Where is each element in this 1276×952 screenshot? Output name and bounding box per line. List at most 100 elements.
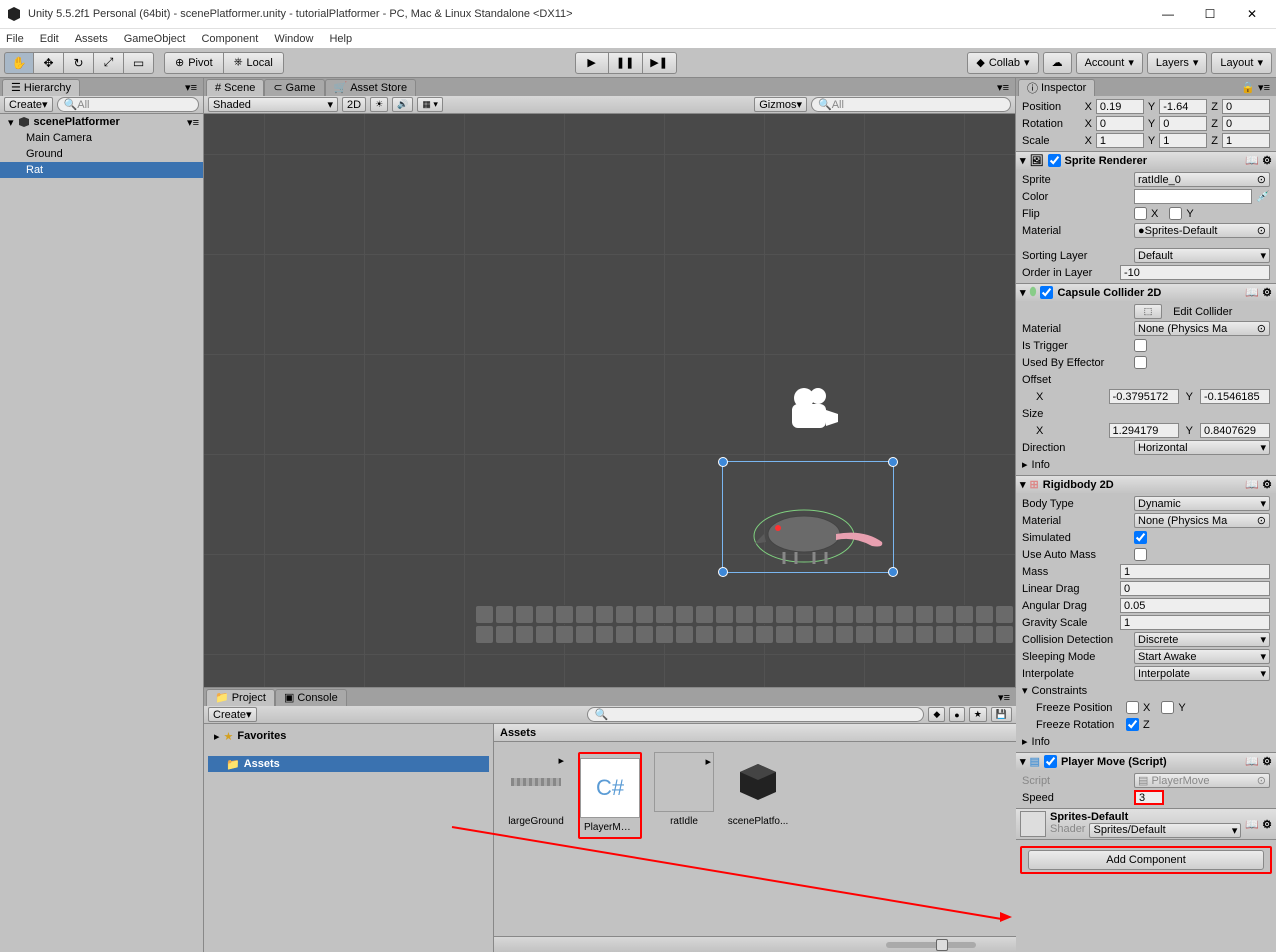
- scene-search[interactable]: 🔍All: [811, 97, 1011, 112]
- collision-detection-dropdown[interactable]: Discrete▾: [1134, 632, 1270, 647]
- rat-sprite[interactable]: [744, 504, 894, 574]
- scale-y-input[interactable]: [1159, 133, 1207, 148]
- project-filter-icon[interactable]: ◆: [928, 707, 945, 722]
- collider-info-foldout[interactable]: Info: [1032, 459, 1050, 471]
- rotation-x-input[interactable]: [1096, 116, 1144, 131]
- scene-canvas[interactable]: [204, 114, 1015, 687]
- hierarchy-item-rat[interactable]: Rat: [0, 162, 203, 178]
- project-search[interactable]: 🔍: [587, 707, 924, 722]
- constraints-foldout[interactable]: Constraints: [1032, 685, 1088, 697]
- rb-material-field[interactable]: None (Physics Ma⊙: [1134, 513, 1270, 528]
- player-move-enabled-checkbox[interactable]: [1044, 755, 1057, 768]
- freeze-pos-x-checkbox[interactable]: [1126, 701, 1139, 714]
- rotation-y-input[interactable]: [1159, 116, 1207, 131]
- sprite-renderer-header[interactable]: ▾🖼Sprite Renderer📖 ⚙: [1016, 152, 1276, 169]
- sprite-renderer-enabled-checkbox[interactable]: [1048, 154, 1061, 167]
- interpolate-dropdown[interactable]: Interpolate▾: [1134, 666, 1270, 681]
- speed-input[interactable]: [1134, 790, 1164, 805]
- icon-size-slider[interactable]: [886, 942, 976, 948]
- hierarchy-options-icon[interactable]: ▾≡: [185, 81, 197, 94]
- capsule-collider-header[interactable]: ▾⬮Capsule Collider 2D📖 ⚙: [1016, 284, 1276, 301]
- asset-store-tab[interactable]: 🛒Asset Store: [325, 79, 417, 96]
- hand-tool-button[interactable]: ✋: [4, 52, 34, 74]
- scale-z-input[interactable]: [1222, 133, 1270, 148]
- cloud-button[interactable]: ☁: [1043, 52, 1072, 74]
- asset-sceneplatformer[interactable]: scenePlatfo...: [726, 752, 790, 827]
- asset-largeground[interactable]: ▸ largeGround: [504, 752, 568, 827]
- linear-drag-input[interactable]: [1120, 581, 1270, 596]
- freeze-pos-y-checkbox[interactable]: [1161, 701, 1174, 714]
- hierarchy-tab[interactable]: ☰Hierarchy: [2, 79, 80, 96]
- sprite-field[interactable]: ratIdle_0⊙: [1134, 172, 1270, 187]
- offset-x-input[interactable]: [1109, 389, 1179, 404]
- menu-file[interactable]: File: [6, 33, 24, 45]
- gravity-scale-input[interactable]: [1120, 615, 1270, 630]
- material-field[interactable]: ●Sprites-Default⊙: [1134, 223, 1270, 238]
- layout-dropdown[interactable]: Layout▾: [1211, 52, 1272, 74]
- is-trigger-checkbox[interactable]: [1134, 339, 1147, 352]
- menu-gameobject[interactable]: GameObject: [124, 33, 186, 45]
- hierarchy-item-ground[interactable]: Ground: [0, 146, 203, 162]
- pivot-toggle[interactable]: ⊕Pivot: [164, 52, 224, 74]
- size-x-input[interactable]: [1109, 423, 1179, 438]
- flip-y-checkbox[interactable]: [1169, 207, 1182, 220]
- edit-collider-button[interactable]: ⬚: [1134, 304, 1162, 319]
- play-button[interactable]: ▶: [575, 52, 609, 74]
- hierarchy-scene-root[interactable]: ▾ scenePlatformer ▾≡: [0, 114, 203, 130]
- shaded-dropdown[interactable]: Shaded▾: [208, 97, 338, 112]
- asset-ratidle[interactable]: ▸ ratIdle: [652, 752, 716, 827]
- hierarchy-search[interactable]: 🔍All: [57, 97, 199, 112]
- project-save-icon[interactable]: 💾: [991, 707, 1012, 722]
- project-breadcrumb[interactable]: Assets: [494, 724, 1016, 742]
- scene-options-icon[interactable]: ▾≡: [187, 116, 199, 129]
- freeze-rot-z-checkbox[interactable]: [1126, 718, 1139, 731]
- simulated-checkbox[interactable]: [1134, 531, 1147, 544]
- local-toggle[interactable]: ⎈Local: [224, 52, 284, 74]
- favorites-node[interactable]: ▸★Favorites: [208, 728, 489, 744]
- project-options-icon[interactable]: ▾≡: [998, 691, 1010, 704]
- add-component-button[interactable]: Add Component: [1028, 850, 1264, 870]
- project-tab[interactable]: 📁Project: [206, 689, 275, 706]
- project-filter2-icon[interactable]: ●: [949, 707, 964, 722]
- inspector-tab[interactable]: ⓘInspector: [1018, 79, 1095, 96]
- rigidbody-header[interactable]: ▾⊞Rigidbody 2D📖 ⚙: [1016, 476, 1276, 493]
- minimize-button[interactable]: —: [1150, 2, 1186, 26]
- collider-material-field[interactable]: None (Physics Ma⊙: [1134, 321, 1270, 336]
- audio-toggle[interactable]: 🔊: [392, 97, 413, 112]
- fx-toggle[interactable]: ▦ ▾: [417, 97, 443, 112]
- collab-button[interactable]: ◆Collab▾: [967, 52, 1038, 74]
- menu-help[interactable]: Help: [329, 33, 352, 45]
- hierarchy-item-main-camera[interactable]: Main Camera: [0, 130, 203, 146]
- direction-dropdown[interactable]: Horizontal▾: [1134, 440, 1270, 455]
- shader-dropdown[interactable]: Sprites/Default▾: [1089, 823, 1241, 838]
- body-type-dropdown[interactable]: Dynamic▾: [1134, 496, 1270, 511]
- mass-input[interactable]: [1120, 564, 1270, 579]
- menu-assets[interactable]: Assets: [75, 33, 108, 45]
- 2d-toggle[interactable]: 2D: [342, 97, 366, 112]
- inspector-lock-icon[interactable]: 🔒 ▾≡: [1241, 81, 1270, 94]
- rotation-z-input[interactable]: [1222, 116, 1270, 131]
- menu-component[interactable]: Component: [201, 33, 258, 45]
- used-by-effector-checkbox[interactable]: [1134, 356, 1147, 369]
- game-tab[interactable]: ⊂Game: [264, 79, 324, 96]
- hierarchy-create-dropdown[interactable]: Create ▾: [4, 97, 53, 112]
- sorting-layer-dropdown[interactable]: Default▾: [1134, 248, 1270, 263]
- rect-tool-button[interactable]: ▭: [124, 52, 154, 74]
- eyedropper-icon[interactable]: 💉: [1256, 190, 1270, 203]
- project-star-icon[interactable]: ★: [969, 707, 987, 722]
- menu-edit[interactable]: Edit: [40, 33, 59, 45]
- scene-tab[interactable]: #Scene: [206, 79, 264, 96]
- step-button[interactable]: ▶❚: [643, 52, 677, 74]
- assets-node[interactable]: 📁Assets: [208, 756, 489, 772]
- color-field[interactable]: [1134, 189, 1252, 204]
- material-header[interactable]: Sprites-Default ShaderSprites/Default▾ 📖…: [1016, 809, 1276, 839]
- position-z-input[interactable]: [1222, 99, 1270, 114]
- gizmos-dropdown[interactable]: Gizmos ▾: [754, 97, 807, 112]
- menu-window[interactable]: Window: [274, 33, 313, 45]
- maximize-button[interactable]: ☐: [1192, 2, 1228, 26]
- size-y-input[interactable]: [1200, 423, 1270, 438]
- angular-drag-input[interactable]: [1120, 598, 1270, 613]
- rotate-tool-button[interactable]: ↻: [64, 52, 94, 74]
- account-dropdown[interactable]: Account▾: [1076, 52, 1143, 74]
- pause-button[interactable]: ❚❚: [609, 52, 643, 74]
